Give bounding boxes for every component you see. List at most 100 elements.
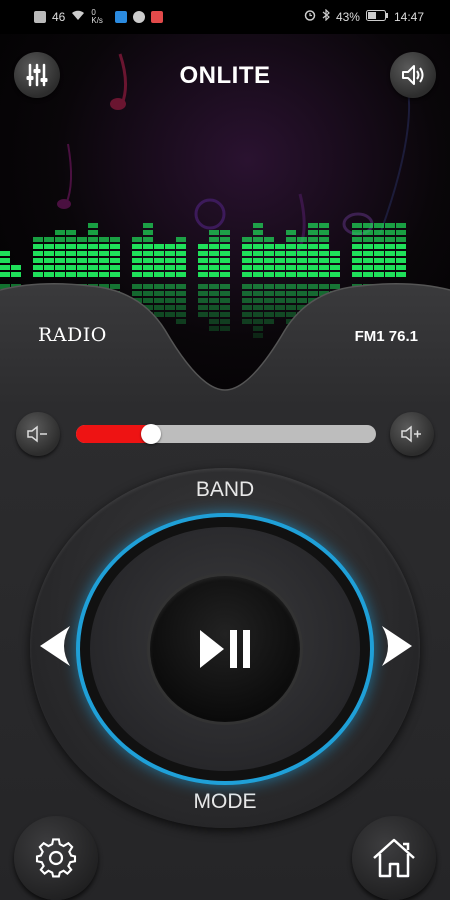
- eq-segment: [209, 230, 219, 235]
- eq-segment: [66, 244, 76, 249]
- play-pause-icon: [200, 630, 250, 668]
- eq-segment: [253, 251, 263, 256]
- eq-segment: [0, 258, 10, 263]
- eq-segment: [396, 265, 406, 270]
- eq-segment: [308, 230, 318, 235]
- eq-segment: [33, 265, 43, 270]
- eq-segment: [286, 237, 296, 242]
- eq-segment: [99, 251, 109, 256]
- eq-segment: [55, 230, 65, 235]
- eq-segment: [297, 244, 307, 249]
- band-button[interactable]: BAND: [0, 478, 450, 502]
- eq-segment: [396, 244, 406, 249]
- speaker-button[interactable]: [390, 52, 436, 98]
- eq-segment: [55, 237, 65, 242]
- eq-segment: [308, 251, 318, 256]
- eq-segment: [176, 258, 186, 263]
- eq-segment: [319, 265, 329, 270]
- eq-segment: [88, 230, 98, 235]
- volume-slider-fill: [76, 425, 151, 443]
- home-button[interactable]: [352, 816, 436, 900]
- eq-segment: [286, 230, 296, 235]
- eq-segment: [374, 237, 384, 242]
- eq-segment: [363, 244, 373, 249]
- eq-segment: [165, 265, 175, 270]
- eq-segment: [154, 265, 164, 270]
- eq-segment: [319, 223, 329, 228]
- eq-segment: [385, 251, 395, 256]
- eq-segment: [110, 258, 120, 263]
- eq-segment: [209, 251, 219, 256]
- eq-segment: [209, 272, 219, 277]
- eq-segment: [352, 258, 362, 263]
- status-right: 43% 14:47: [304, 8, 424, 24]
- eq-segment: [308, 258, 318, 263]
- eq-segment: [297, 237, 307, 242]
- settings-button[interactable]: [14, 816, 98, 900]
- eq-segment: [286, 244, 296, 249]
- play-pause-button[interactable]: [150, 576, 300, 722]
- frequency-display: FM1 76.1: [354, 328, 418, 345]
- eq-segment: [66, 251, 76, 256]
- eq-segment: [319, 244, 329, 249]
- eq-segment: [319, 237, 329, 242]
- prev-arrow-icon[interactable]: [36, 622, 76, 670]
- eq-segment: [110, 272, 120, 277]
- volume-down-icon: [27, 425, 47, 443]
- eq-segment: [44, 251, 54, 256]
- eq-segment: [253, 258, 263, 263]
- eq-segment: [297, 272, 307, 277]
- eq-segment: [275, 244, 285, 249]
- volume-slider-knob[interactable]: [141, 424, 161, 444]
- eq-segment: [77, 272, 87, 277]
- eq-segment: [132, 244, 142, 249]
- eq-segment: [363, 230, 373, 235]
- eq-segment: [110, 244, 120, 249]
- eq-segment: [286, 265, 296, 270]
- eq-segment: [385, 258, 395, 263]
- eq-segment: [319, 258, 329, 263]
- source-label: RADIO: [38, 324, 107, 346]
- speaker-icon: [402, 65, 424, 85]
- eq-segment: [66, 258, 76, 263]
- volume-up-button[interactable]: [390, 412, 434, 456]
- eq-segment: [209, 237, 219, 242]
- eq-segment: [110, 237, 120, 242]
- eq-segment: [132, 251, 142, 256]
- eq-segment: [44, 265, 54, 270]
- eq-segment: [44, 237, 54, 242]
- eq-segment: [55, 244, 65, 249]
- eq-segment: [143, 244, 153, 249]
- status-bar: 46 0 K/s 43% 14:47: [0, 0, 450, 34]
- next-arrow-icon[interactable]: [376, 622, 416, 670]
- eq-segment: [242, 272, 252, 277]
- eq-segment: [264, 265, 274, 270]
- eq-segment: [286, 272, 296, 277]
- volume-slider[interactable]: [76, 424, 376, 444]
- signal-text: 46: [52, 10, 66, 24]
- eq-segment: [253, 223, 263, 228]
- app-icon-circle: [133, 11, 146, 23]
- eq-segment: [264, 244, 274, 249]
- wifi-icon: [71, 10, 85, 24]
- eq-segment: [264, 272, 274, 277]
- eq-segment: [88, 272, 98, 277]
- eq-segment: [66, 265, 76, 270]
- mode-button[interactable]: MODE: [0, 790, 450, 814]
- eq-segment: [0, 265, 10, 270]
- eq-segment: [374, 223, 384, 228]
- status-left: 46 0 K/s: [34, 9, 164, 25]
- eq-segment: [242, 265, 252, 270]
- eq-segment: [55, 272, 65, 277]
- eq-segment: [297, 258, 307, 263]
- eq-segment: [198, 265, 208, 270]
- eq-segment: [385, 230, 395, 235]
- eq-segment: [143, 251, 153, 256]
- volume-down-button[interactable]: [16, 412, 60, 456]
- eq-segment: [132, 265, 142, 270]
- eq-segment: [352, 272, 362, 277]
- eq-segment: [143, 265, 153, 270]
- eq-segment: [165, 272, 175, 277]
- eq-segment: [154, 244, 164, 249]
- eq-segment: [308, 272, 318, 277]
